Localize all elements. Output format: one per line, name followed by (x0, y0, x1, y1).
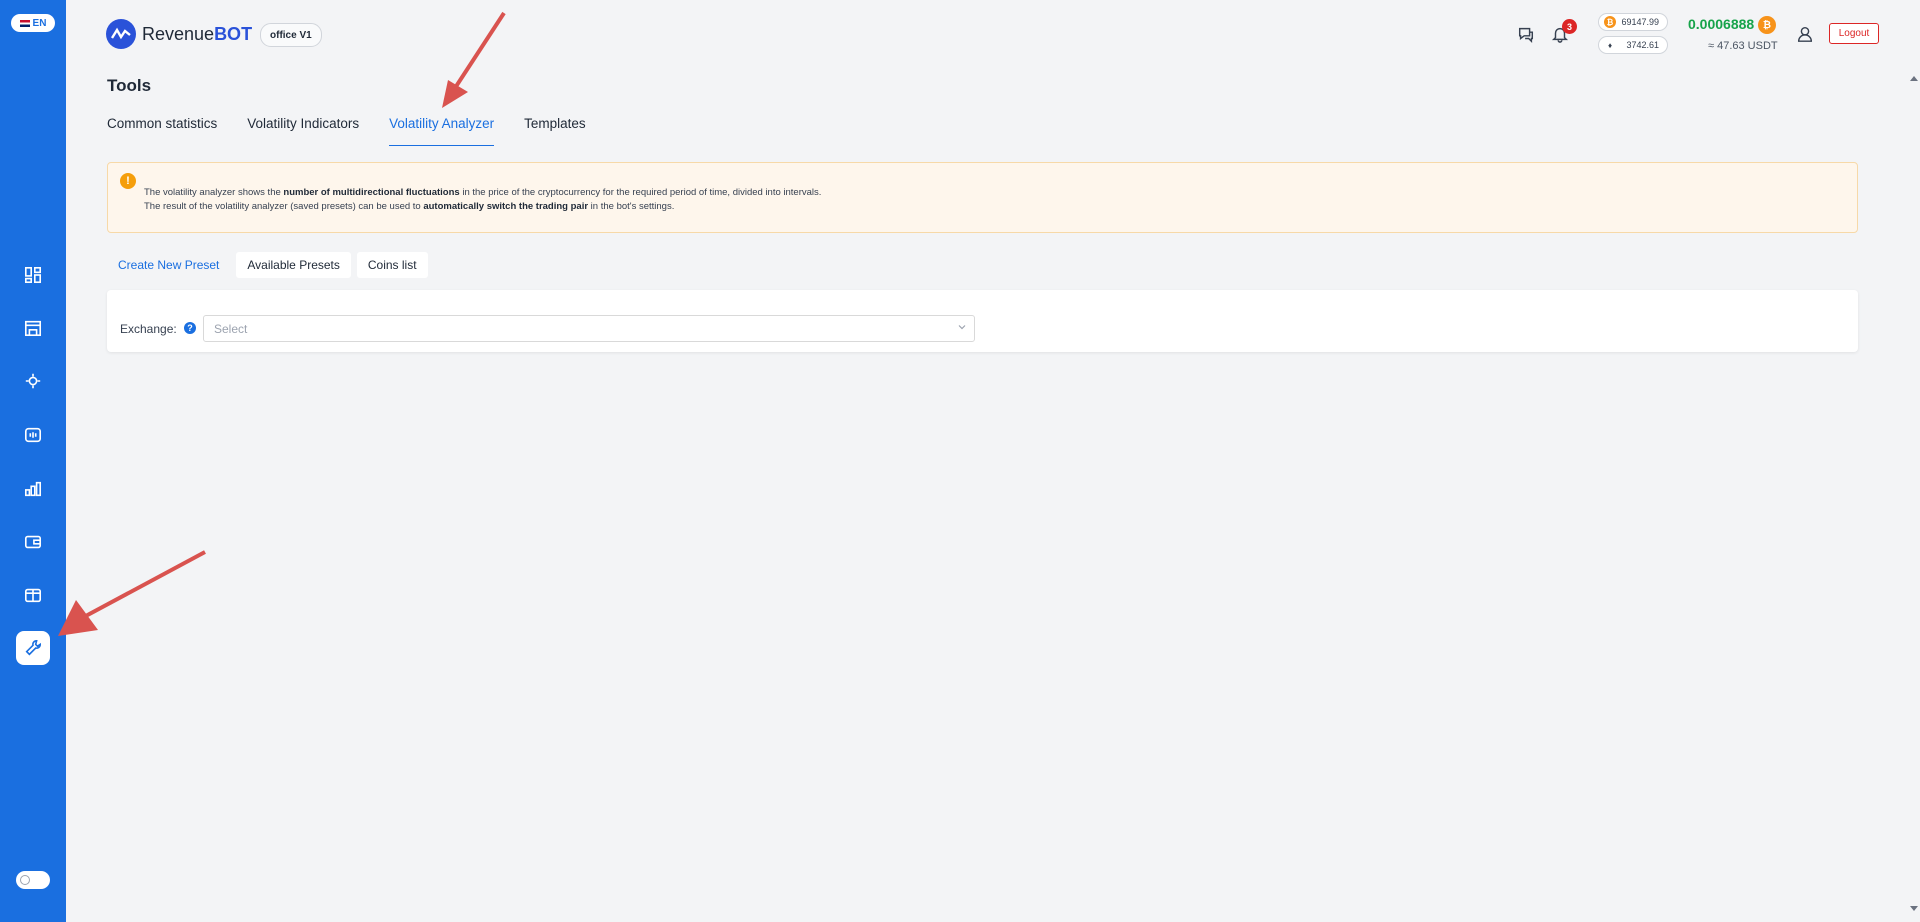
page-title: Tools (107, 76, 152, 95)
sun-icon (20, 875, 30, 885)
language-label: EN (32, 17, 47, 29)
exchange-label: Exchange: (120, 322, 177, 336)
ticker-btc-value: 69147.99 (1621, 17, 1659, 27)
arrow-head-top (442, 80, 468, 108)
sidebar: EN (0, 0, 66, 922)
alert-line-1: The volatility analyzer shows the number… (144, 187, 822, 198)
terminal-icon (24, 427, 42, 443)
subtab-available-presets[interactable]: Available Presets (236, 252, 351, 278)
subtab-coins-list[interactable]: Coins list (356, 252, 428, 278)
brand-logo[interactable]: RevenueBOT (106, 19, 252, 49)
dashboard-icon (24, 266, 42, 284)
brand-name: RevenueBOT (142, 23, 253, 44)
sidebar-item-tools[interactable] (16, 631, 50, 665)
ethereum-icon: ♦ (1604, 39, 1616, 51)
ticker-eth: ♦ 3742.61 (1598, 36, 1668, 54)
language-switch[interactable]: EN (11, 14, 55, 32)
bots-icon (25, 373, 41, 389)
bitcoin-wallet-icon[interactable]: ₿ (1758, 16, 1776, 34)
analyzer-subtabs: Create New Preset Available Presets Coin… (107, 252, 428, 278)
sidebar-item-statistics[interactable] (16, 472, 50, 506)
uk-flag-icon (19, 19, 30, 27)
support-chat-icon (1518, 27, 1534, 43)
tools-icon (25, 639, 42, 656)
warning-icon: ! (120, 173, 136, 189)
balance-btc: 0.0006888 (1688, 16, 1755, 32)
tariffs-icon (24, 588, 42, 603)
bitcoin-icon: ₿ (1604, 16, 1616, 28)
theme-toggle[interactable] (16, 871, 50, 889)
user-icon (1797, 26, 1813, 42)
tools-tabs: Common statistics Volatility Indicators … (107, 116, 586, 146)
logo-icon (106, 19, 136, 49)
scroll-down-arrow-icon[interactable] (1910, 906, 1918, 911)
tab-volatility-analyzer[interactable]: Volatility Analyzer (389, 116, 495, 146)
wallet-icon (24, 535, 42, 549)
tab-templates[interactable]: Templates (524, 116, 586, 146)
ticker-btc: ₿ 69147.99 (1598, 13, 1668, 31)
exchange-select-placeholder: Select (214, 321, 248, 336)
preset-form-panel: Exchange: ? Select (107, 290, 1858, 352)
scroll-up-arrow-icon[interactable] (1910, 76, 1918, 81)
sidebar-item-dashboard[interactable] (16, 258, 50, 292)
notification-count-badge: 3 (1562, 19, 1577, 34)
profile-button[interactable] (1794, 23, 1816, 45)
info-alert: ! The volatility analyzer shows the numb… (107, 162, 1858, 233)
marketplace-icon (24, 320, 42, 337)
arrow-to-analyzer-tab (453, 11, 506, 90)
page-scrollbar[interactable] (1907, 70, 1920, 922)
sidebar-item-tariffs[interactable] (16, 578, 50, 612)
office-badge[interactable]: office V1 (260, 23, 322, 47)
tab-common-statistics[interactable]: Common statistics (107, 116, 217, 146)
chevron-down-icon (958, 325, 966, 330)
alert-line-2: The result of the volatility analyzer (s… (144, 201, 675, 212)
sidebar-item-marketplace[interactable] (16, 311, 50, 345)
sidebar-item-bots[interactable] (16, 364, 50, 398)
sidebar-item-terminal[interactable] (16, 418, 50, 452)
statistics-icon (24, 481, 42, 497)
help-icon[interactable]: ? (184, 322, 196, 334)
tab-volatility-indicators[interactable]: Volatility Indicators (247, 116, 359, 146)
ticker-eth-value: 3742.61 (1626, 40, 1659, 50)
balance-usdt: ≈ 47.63 USDT (1708, 40, 1778, 52)
subtab-create-new-preset[interactable]: Create New Preset (107, 252, 230, 278)
support-button[interactable] (1515, 23, 1537, 45)
sidebar-item-wallet[interactable] (16, 525, 50, 559)
exchange-select[interactable]: Select (203, 315, 975, 342)
logout-button[interactable]: Logout (1829, 23, 1879, 44)
arrow-to-tools-icon (81, 550, 206, 620)
